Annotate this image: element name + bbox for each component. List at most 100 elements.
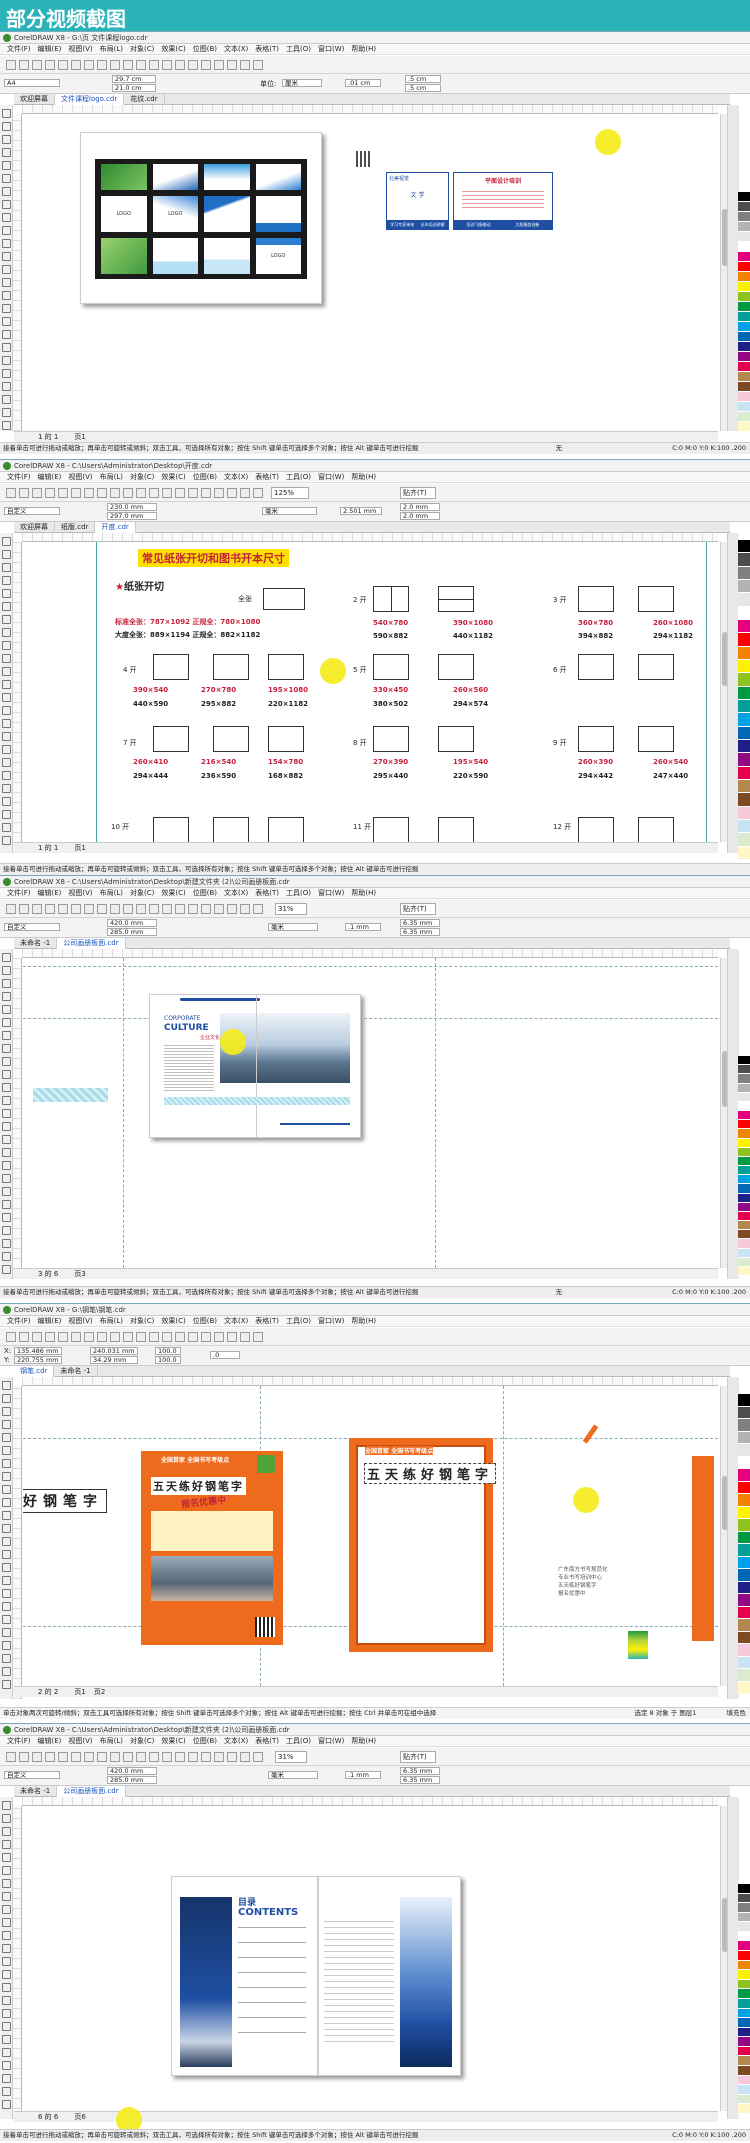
tab-doc[interactable]: 未命名 -1	[14, 938, 58, 949]
toolbar-button-icon[interactable]	[45, 60, 55, 70]
tool-icon[interactable]	[2, 1996, 11, 2005]
toolbar-button-icon[interactable]	[84, 1752, 94, 1762]
toolbar-button-icon[interactable]	[58, 904, 68, 914]
palette-swatch[interactable]	[738, 1556, 750, 1569]
tool-icon[interactable]	[2, 1044, 11, 1053]
color-palette[interactable]	[738, 1394, 750, 1694]
dup-x-field[interactable]: .5 cm	[405, 75, 441, 83]
toolbar-button-icon[interactable]	[162, 60, 172, 70]
toolbar-button-icon[interactable]	[175, 60, 185, 70]
toolbar-button-icon[interactable]	[149, 60, 159, 70]
palette-swatch[interactable]	[738, 252, 750, 262]
tool-icon[interactable]	[2, 1866, 11, 1875]
tool-icon[interactable]	[2, 1187, 11, 1196]
tool-icon[interactable]	[2, 1957, 11, 1966]
toolbar-button-icon[interactable]	[32, 1752, 42, 1762]
tool-icon[interactable]	[2, 1931, 11, 1940]
palette-swatch[interactable]	[738, 2075, 750, 2086]
tool-icon[interactable]	[2, 122, 11, 131]
palette-swatch[interactable]	[738, 202, 750, 212]
toolbar-button-icon[interactable]	[71, 1752, 81, 1762]
tool-icon[interactable]	[2, 1628, 11, 1637]
menu-item[interactable]: 布局(L)	[100, 888, 123, 899]
palette-swatch[interactable]	[738, 1111, 750, 1121]
palette-swatch[interactable]	[738, 1656, 750, 1669]
toolbar-button-icon[interactable]	[136, 60, 146, 70]
palette-swatch[interactable]	[738, 1631, 750, 1644]
tool-icon[interactable]	[2, 1511, 11, 1520]
menu-item[interactable]: 视图(V)	[68, 888, 92, 899]
toolbar-button-icon[interactable]	[58, 1332, 68, 1342]
property-bar[interactable]: X: 135.486 mm Y: 220.755 mm 240.031 mm 3…	[0, 1346, 750, 1366]
toolbar-button-icon[interactable]	[123, 1332, 133, 1342]
toolbar-button-icon[interactable]	[110, 488, 120, 498]
palette-swatch[interactable]	[738, 1230, 750, 1240]
toolbox[interactable]	[0, 949, 13, 1279]
page-navigator[interactable]: 2 的 2 页1 页2	[14, 1686, 718, 1697]
tab-welcome[interactable]: 欢迎屏幕	[14, 522, 55, 533]
tool-icon[interactable]	[2, 732, 11, 741]
menu-item[interactable]: 位图(B)	[193, 888, 217, 899]
palette-swatch[interactable]	[738, 392, 750, 402]
toolbar-button-icon[interactable]	[149, 1752, 159, 1762]
tool-icon[interactable]	[2, 1892, 11, 1901]
tool-icon[interactable]	[2, 1239, 11, 1248]
tool-icon[interactable]	[2, 680, 11, 689]
toolbar-button-icon[interactable]	[123, 904, 133, 914]
page-preset[interactable]: A4	[4, 79, 60, 87]
toolbar-button-icon[interactable]	[214, 60, 224, 70]
menu-item[interactable]: 窗口(W)	[318, 1316, 344, 1327]
menu-item[interactable]: 工具(O)	[286, 1736, 311, 1747]
menu-item[interactable]: 布局(L)	[100, 1316, 123, 1327]
page-navigator[interactable]: 1 的 1 页1	[14, 431, 718, 442]
tool-icon[interactable]	[2, 421, 11, 430]
palette-swatch[interactable]	[738, 362, 750, 372]
tool-icon[interactable]	[2, 1641, 11, 1650]
menu-item[interactable]: 窗口(W)	[318, 472, 344, 483]
toolbar-button-icon[interactable]	[253, 1332, 263, 1342]
page-tab-1[interactable]: 页1	[74, 1688, 85, 1696]
toolbar-button-icon[interactable]	[32, 60, 42, 70]
palette-swatch[interactable]	[738, 1248, 750, 1258]
tool-icon[interactable]	[2, 1615, 11, 1624]
tool-icon[interactable]	[2, 239, 11, 248]
palette-swatch[interactable]	[738, 1893, 750, 1904]
toolbar-button-icon[interactable]	[123, 1752, 133, 1762]
tool-icon[interactable]	[2, 1918, 11, 1927]
tool-icon[interactable]	[2, 1096, 11, 1105]
tool-icon[interactable]	[2, 161, 11, 170]
palette-swatch[interactable]	[738, 1569, 750, 1582]
standard-toolbar[interactable]	[0, 1328, 750, 1346]
tool-icon[interactable]	[2, 810, 11, 819]
toolbar-button-icon[interactable]	[123, 488, 133, 498]
nudge-field[interactable]: 2.501 mm	[340, 507, 382, 515]
menu-item[interactable]: 布局(L)	[100, 1736, 123, 1747]
page-preset[interactable]: 自定义	[4, 923, 60, 931]
palette-swatch[interactable]	[738, 1239, 750, 1249]
tool-icon[interactable]	[2, 1853, 11, 1862]
tool-icon[interactable]	[2, 395, 11, 404]
toolbar-button-icon[interactable]	[110, 1752, 120, 1762]
palette-swatch[interactable]	[738, 1211, 750, 1222]
toolbar-button-icon[interactable]	[58, 488, 68, 498]
tool-icon[interactable]	[2, 1589, 11, 1598]
menu-item[interactable]: 位图(B)	[193, 1736, 217, 1747]
menu-item[interactable]: 编辑(E)	[38, 1316, 62, 1327]
tool-icon[interactable]	[2, 1135, 11, 1144]
palette-swatch[interactable]	[738, 2008, 750, 2019]
palette-swatch[interactable]	[738, 553, 750, 567]
dup-x-field[interactable]: 6.35 mm	[400, 919, 440, 927]
zoom-select[interactable]: 31%	[275, 903, 307, 915]
palette-swatch[interactable]	[738, 566, 750, 580]
dup-x-field[interactable]: 2.0 mm	[400, 503, 440, 511]
drawing-canvas[interactable]: CORPORATE CULTURE 企业文化	[23, 958, 718, 1268]
tool-icon[interactable]	[2, 1814, 11, 1823]
palette-swatch[interactable]	[738, 1903, 750, 1913]
palette-swatch[interactable]	[738, 713, 750, 727]
tool-icon[interactable]	[2, 1161, 11, 1170]
page-width-field[interactable]: 230.0 mm	[107, 503, 157, 511]
palette-swatch[interactable]	[738, 1431, 750, 1444]
tool-icon[interactable]	[2, 1550, 11, 1559]
toolbar-button-icon[interactable]	[201, 1752, 211, 1762]
tab-active[interactable]: 开度.cdr	[95, 522, 136, 533]
